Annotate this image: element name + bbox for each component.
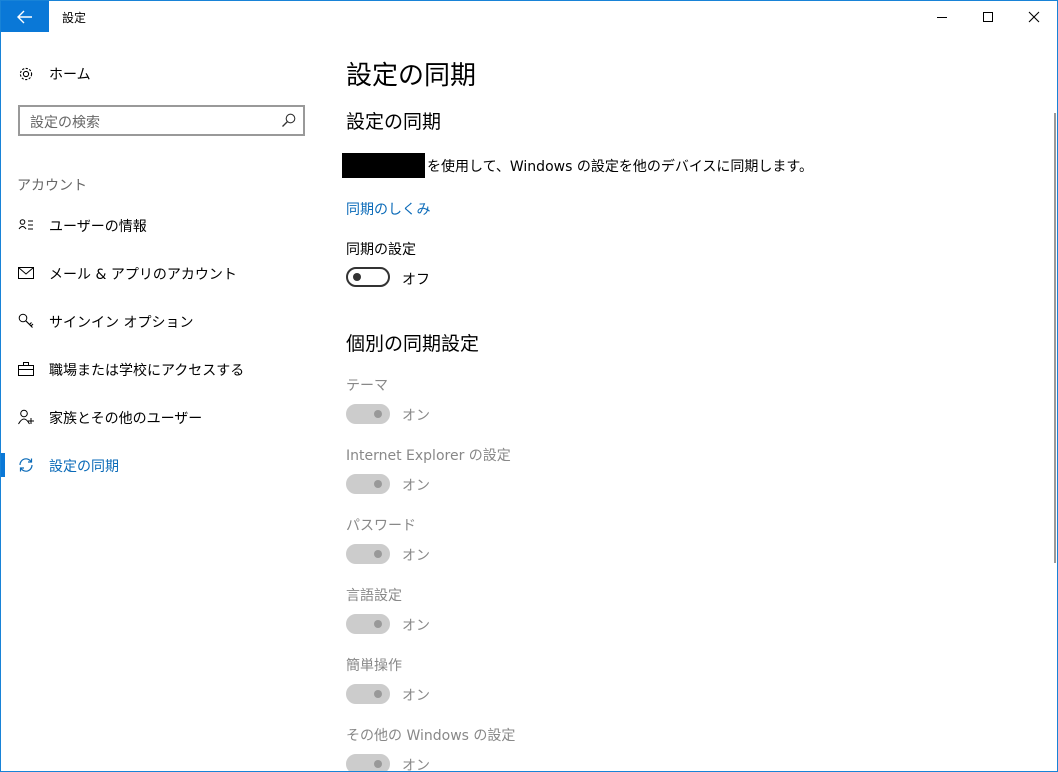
language-toggle[interactable] <box>346 614 390 634</box>
back-arrow-icon <box>17 10 32 23</box>
sync-icon <box>17 456 35 474</box>
sidebar-item-label: 職場または学校にアクセスする <box>49 363 245 379</box>
ease-of-access-state: オン <box>402 688 430 704</box>
sidebar-item-work-school[interactable]: 職場または学校にアクセスする <box>1 349 321 389</box>
other-windows-settings-toggle[interactable] <box>346 754 390 771</box>
sidebar-item-label: 家族とその他のユーザー <box>49 411 203 427</box>
sidebar-item-label: メール & アプリのアカウント <box>49 267 237 283</box>
briefcase-icon <box>17 360 35 378</box>
sidebar-item-label: 設定の同期 <box>49 459 119 475</box>
toggle-knob <box>353 273 361 281</box>
settings-window: 設定 ホーム 設定の検索 アカウント ユーザーの情報 メール & アプリのアカウ… <box>0 0 1058 772</box>
sidebar-item-user-info[interactable]: ユーザーの情報 <box>1 205 321 245</box>
theme-toggle[interactable] <box>346 404 390 424</box>
search-placeholder: 設定の検索 <box>30 115 100 131</box>
title-bar: 設定 <box>1 1 1057 32</box>
passwords-label: パスワード <box>346 518 416 534</box>
gear-icon <box>17 65 35 83</box>
maximize-icon <box>983 11 993 22</box>
sidebar-item-family-users[interactable]: 家族とその他のユーザー <box>1 397 321 437</box>
sidebar-item-signin-options[interactable]: サインイン オプション <box>1 301 321 341</box>
mail-icon <box>17 264 35 282</box>
other-windows-settings-label: その他の Windows の設定 <box>346 728 516 744</box>
toggle-knob <box>374 480 382 488</box>
how-sync-works-link[interactable]: 同期のしくみ <box>346 199 431 219</box>
toggle-knob <box>374 760 382 768</box>
toggle-knob <box>374 550 382 558</box>
minimize-icon <box>937 16 947 18</box>
sync-description: を使用して、Windows の設定を他のデバイスに同期します。 <box>342 153 813 178</box>
sidebar-item-label: サインイン オプション <box>49 315 194 331</box>
person-add-icon <box>17 408 35 426</box>
sync-settings-state: オフ <box>402 272 430 288</box>
close-button[interactable] <box>1011 1 1057 32</box>
passwords-toggle[interactable] <box>346 544 390 564</box>
close-icon <box>1028 11 1040 22</box>
ease-of-access-label: 簡単操作 <box>346 658 402 674</box>
back-button[interactable] <box>1 1 49 32</box>
page-title: 設定の同期 <box>346 61 477 91</box>
sidebar-item-sync-settings[interactable]: 設定の同期 <box>1 445 321 485</box>
minimize-button[interactable] <box>919 1 965 32</box>
sidebar-item-label: ユーザーの情報 <box>49 219 147 235</box>
sync-settings-label: 同期の設定 <box>346 242 416 258</box>
search-icon <box>282 113 296 127</box>
nav-home[interactable]: ホーム <box>1 54 321 94</box>
language-state: オン <box>402 618 430 634</box>
sync-settings-toggle[interactable] <box>346 267 390 287</box>
section-title-individual: 個別の同期設定 <box>346 333 480 355</box>
maximize-button[interactable] <box>965 1 1011 32</box>
toggle-knob <box>374 620 382 628</box>
ie-settings-label: Internet Explorer の設定 <box>346 448 511 464</box>
section-title-sync: 設定の同期 <box>346 111 442 133</box>
ie-settings-toggle[interactable] <box>346 474 390 494</box>
other-windows-settings-state: オン <box>402 758 430 772</box>
ease-of-access-toggle[interactable] <box>346 684 390 704</box>
scrollbar[interactable] <box>1054 113 1056 563</box>
theme-label: テーマ <box>346 378 388 394</box>
language-label: 言語設定 <box>346 588 402 604</box>
ie-settings-state: オン <box>402 478 430 494</box>
theme-state: オン <box>402 408 430 424</box>
window-title: 設定 <box>62 11 87 25</box>
toggle-knob <box>374 410 382 418</box>
passwords-state: オン <box>402 548 430 564</box>
sidebar-item-mail-accounts[interactable]: メール & アプリのアカウント <box>1 253 321 293</box>
nav-home-label: ホーム <box>49 67 91 83</box>
redacted-account <box>342 153 425 178</box>
search-input[interactable]: 設定の検索 <box>18 105 305 136</box>
toggle-knob <box>374 690 382 698</box>
section-label-account: アカウント <box>17 178 87 194</box>
user-info-icon <box>17 216 35 234</box>
key-icon <box>17 312 35 330</box>
description-text: を使用して、Windows の設定を他のデバイスに同期します。 <box>427 158 814 175</box>
